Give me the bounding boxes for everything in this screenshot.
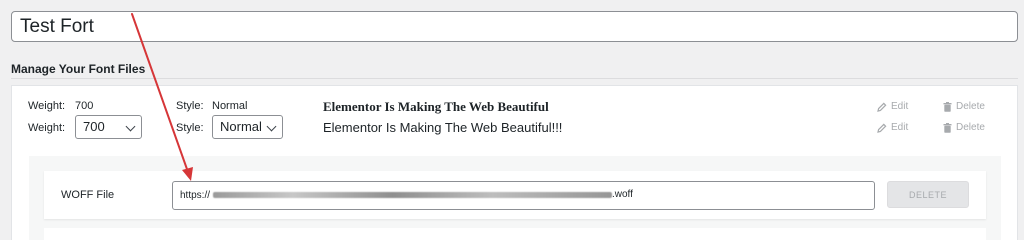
annotation-arrow — [131, 13, 193, 181]
